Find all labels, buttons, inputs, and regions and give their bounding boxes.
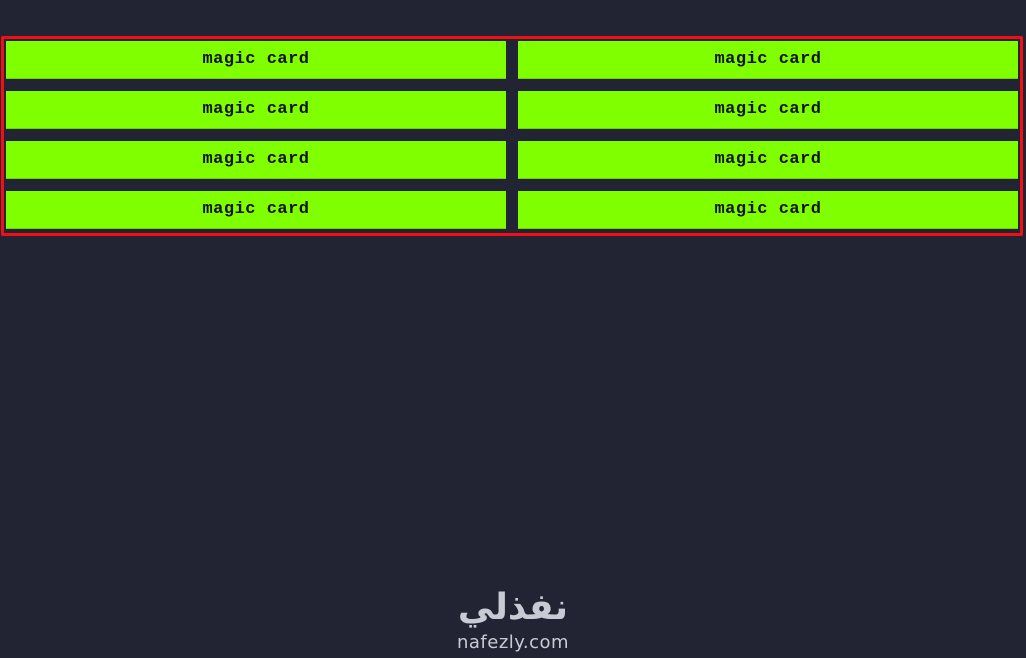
magic-card[interactable]: magic card: [6, 91, 506, 129]
watermark-url-text: nafezly.com: [456, 632, 570, 653]
magic-card[interactable]: magic card: [6, 41, 506, 79]
magic-card[interactable]: magic card: [518, 141, 1018, 179]
magic-card-grid: magic card magic card magic card magic c…: [1, 36, 1023, 236]
magic-card[interactable]: magic card: [518, 91, 1018, 129]
watermark-logo: نفذلي nafezly.com: [0, 588, 1026, 654]
watermark-arabic-text: نفذلي: [457, 587, 569, 628]
magic-card[interactable]: magic card: [518, 191, 1018, 229]
magic-card[interactable]: magic card: [6, 191, 506, 229]
magic-card[interactable]: magic card: [518, 41, 1018, 79]
magic-card[interactable]: magic card: [6, 141, 506, 179]
